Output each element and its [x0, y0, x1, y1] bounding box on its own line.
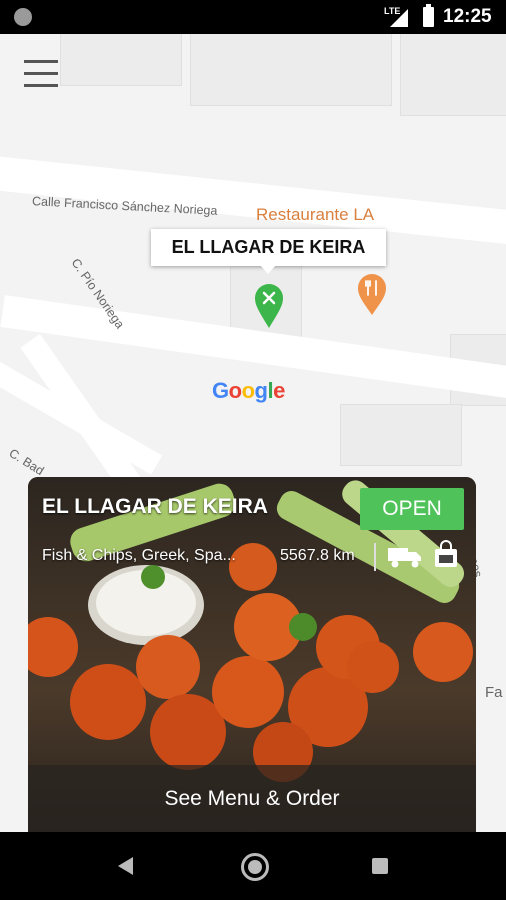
- restaurant-card[interactable]: EL LLAGAR DE KEIRA OPEN Fish & Chips, Gr…: [28, 477, 476, 833]
- restaurant-name: EL LLAGAR DE KEIRA: [42, 495, 268, 518]
- divider: [374, 543, 376, 571]
- map-block: [400, 34, 506, 116]
- status-bar: LTE 12:25: [0, 0, 506, 34]
- shopping-bag-icon: [435, 540, 457, 567]
- notification-icon: [14, 8, 32, 26]
- signal-icon: [390, 9, 408, 27]
- status-time: 12:25: [443, 6, 492, 27]
- place-label[interactable]: Restaurante LA: [256, 205, 374, 225]
- cuisine-text: Fish & Chips, Greek, Spa...: [42, 547, 236, 564]
- restaurant-pin-icon[interactable]: [357, 274, 387, 316]
- system-nav-bar: [0, 832, 506, 900]
- street-label: C. Bad: [6, 446, 47, 479]
- home-icon[interactable]: [241, 853, 269, 881]
- marker-info-window[interactable]: EL LLAGAR DE KEIRA: [151, 229, 386, 274]
- delivery-truck-icon: [388, 548, 421, 568]
- battery-icon: [423, 4, 434, 27]
- map-block: [340, 404, 462, 466]
- street-label: Fa: [485, 684, 503, 701]
- map-block: [60, 34, 182, 86]
- see-menu-order-button[interactable]: See Menu & Order: [28, 765, 476, 833]
- restaurant-marker-icon[interactable]: [254, 283, 284, 329]
- recent-apps-icon[interactable]: [372, 858, 388, 874]
- see-menu-order-label: See Menu & Order: [164, 787, 340, 810]
- google-logo: Google: [212, 378, 285, 403]
- hamburger-menu-icon[interactable]: [24, 60, 58, 90]
- distance-text: 5567.8 km: [280, 547, 355, 564]
- open-status-badge: OPEN: [360, 488, 464, 530]
- back-icon[interactable]: [118, 857, 133, 875]
- map-block: [190, 34, 392, 106]
